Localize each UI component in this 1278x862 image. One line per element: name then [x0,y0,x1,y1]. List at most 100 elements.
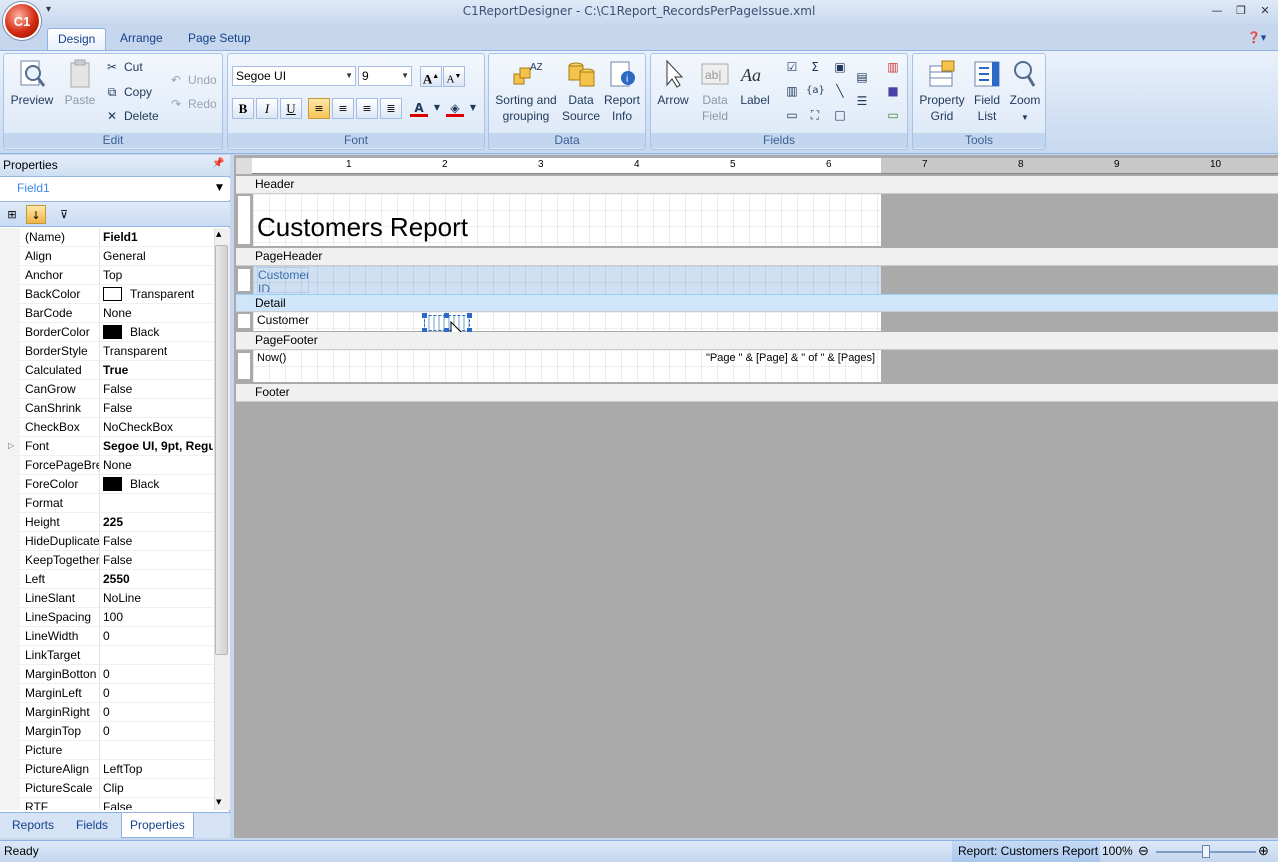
font-family-combo[interactable]: Segoe UI ▼ [232,66,356,86]
subreport-tool-icon[interactable]: ☰ [853,92,871,110]
copy-button[interactable]: ⧉ Copy [104,82,152,102]
resize-handle[interactable] [422,313,427,318]
redo-button[interactable]: ↷ Redo [168,94,217,114]
object-selector[interactable]: Field1 [0,178,230,200]
resize-handle[interactable] [444,313,449,318]
property-row[interactable]: BackColor Transparent [0,285,214,304]
field-list-button[interactable]: Field List [969,58,1005,124]
zoom-out-icon[interactable]: ⊖ [1138,843,1149,859]
picture-tool-icon[interactable]: ▭ [783,106,801,124]
property-value[interactable]: Field1 [101,228,213,246]
pageheader-section[interactable] [253,266,881,294]
detail-section[interactable] [253,312,881,331]
property-row[interactable]: MarginTop 0 [0,722,214,741]
property-value[interactable]: Black [101,475,213,493]
property-row[interactable]: CanShrink False [0,399,214,418]
property-row[interactable]: LinkTarget [0,646,214,665]
tab-fields[interactable]: Fields [68,813,116,838]
property-value[interactable]: 0 [101,665,213,683]
property-value[interactable]: Black [101,323,213,341]
property-row[interactable]: PictureAlign LeftTop [0,760,214,779]
grow-font-button[interactable]: A▲ [420,66,442,87]
property-value[interactable]: Transparent [101,285,213,303]
shrink-font-button[interactable]: A▼ [443,66,465,87]
scrollbar-thumb[interactable] [215,245,228,655]
property-value[interactable]: General [101,247,213,265]
chart-tool-icon[interactable]: ▥ [884,58,902,76]
property-row[interactable]: MarginRight 0 [0,703,214,722]
tab-page-setup[interactable]: Page Setup [178,28,261,50]
align-left-button[interactable]: ≡ [308,98,330,119]
zoom-in-icon[interactable]: ⊕ [1258,843,1269,859]
property-row[interactable]: Calculated True [0,361,214,380]
property-row[interactable]: BorderStyle Transparent [0,342,214,361]
property-value[interactable]: 0 [101,703,213,721]
property-value[interactable]: None [101,304,213,322]
sum-tool-icon[interactable]: Σ [806,58,824,76]
property-row[interactable]: CanGrow False [0,380,214,399]
tab-design[interactable]: Design [47,28,107,50]
property-value[interactable]: 2550 [101,570,213,588]
property-row[interactable]: Picture [0,741,214,760]
sorting-grouping-button[interactable]: AZ Sorting and grouping [492,58,560,124]
property-row[interactable]: HideDuplicate False [0,532,214,551]
property-row[interactable]: Format [0,494,214,513]
property-row[interactable]: Height 225 [0,513,214,532]
property-value[interactable]: 0 [101,627,213,645]
property-value[interactable]: NoLine [101,589,213,607]
page-number-field[interactable]: "Page " & [Page] & " of " & [Pages] [706,352,875,364]
property-row[interactable]: RTF False [0,798,214,810]
section-detail-bar[interactable]: Detail [236,294,1278,312]
font-color-icon[interactable]: A [410,99,428,117]
formula-tool-icon[interactable]: {a} [806,82,825,100]
underline-button[interactable]: U [280,98,302,119]
property-row[interactable]: BorderColor Black [0,323,214,342]
arrow-button[interactable]: Arrow [653,58,693,108]
justify-button[interactable]: ≣ [380,98,402,119]
tab-properties[interactable]: Properties [121,813,194,838]
chevron-down-icon[interactable]: ▼ [216,183,223,193]
property-row[interactable]: PictureScale Clip [0,779,214,798]
property-value[interactable]: None [101,456,213,474]
maximize-icon[interactable]: ❐ [1230,3,1252,19]
filter-icon[interactable]: ⊽ [54,205,74,224]
tab-arrange[interactable]: Arrange [110,28,173,50]
paste-button[interactable]: Paste [60,58,100,108]
property-row[interactable]: CheckBox NoCheckBox [0,418,214,437]
section-pageheader-bar[interactable]: PageHeader [236,248,1278,266]
property-value[interactable]: False [101,380,213,398]
zoom-slider-thumb[interactable] [1202,845,1210,858]
property-value[interactable]: 225 [101,513,213,531]
report-title-field[interactable]: Customers Report [257,212,468,243]
data-source-button[interactable]: Data Source [561,58,601,124]
delete-button[interactable]: ✕ Delete [104,106,159,126]
property-value[interactable]: 0 [101,722,213,740]
section-selector[interactable] [237,313,251,329]
cut-button[interactable]: ✂ Cut [104,57,143,77]
property-row[interactable]: LineSpacing 100 [0,608,214,627]
line-tool-icon[interactable]: ╲ [831,82,849,100]
align-right-button[interactable]: ≡ [356,98,378,119]
report-info-button[interactable]: i Report Info [602,58,642,124]
rectangle-tool-icon[interactable]: □ [831,106,849,124]
pin-icon[interactable]: 📌 [212,158,224,169]
property-row[interactable]: KeepTogether False [0,551,214,570]
property-row[interactable]: Anchor Top [0,266,214,285]
field-tool-icon[interactable]: ⛶ [806,106,824,124]
image-tool-icon[interactable]: ▣ [831,58,849,76]
categorized-icon[interactable]: ⊞ [2,205,22,224]
property-row[interactable]: ▷ Font Segoe UI, 9pt, Regu [0,437,214,456]
rtf-tool-icon[interactable]: ▤ [853,68,871,86]
close-icon[interactable]: ✕ [1254,3,1276,19]
property-row[interactable]: Align General [0,247,214,266]
property-row[interactable]: BarCode None [0,304,214,323]
link-tool-icon[interactable]: ▭ [884,106,902,124]
scroll-up-icon[interactable]: ▲ [216,230,221,238]
section-selector[interactable] [237,268,251,292]
section-selector[interactable] [237,195,251,245]
color-tool-icon[interactable]: ■ [884,82,902,100]
resize-handle[interactable] [467,313,472,318]
italic-button[interactable]: I [256,98,278,119]
property-value[interactable]: False [101,532,213,550]
font-size-combo[interactable]: 9 ▼ [358,66,412,86]
